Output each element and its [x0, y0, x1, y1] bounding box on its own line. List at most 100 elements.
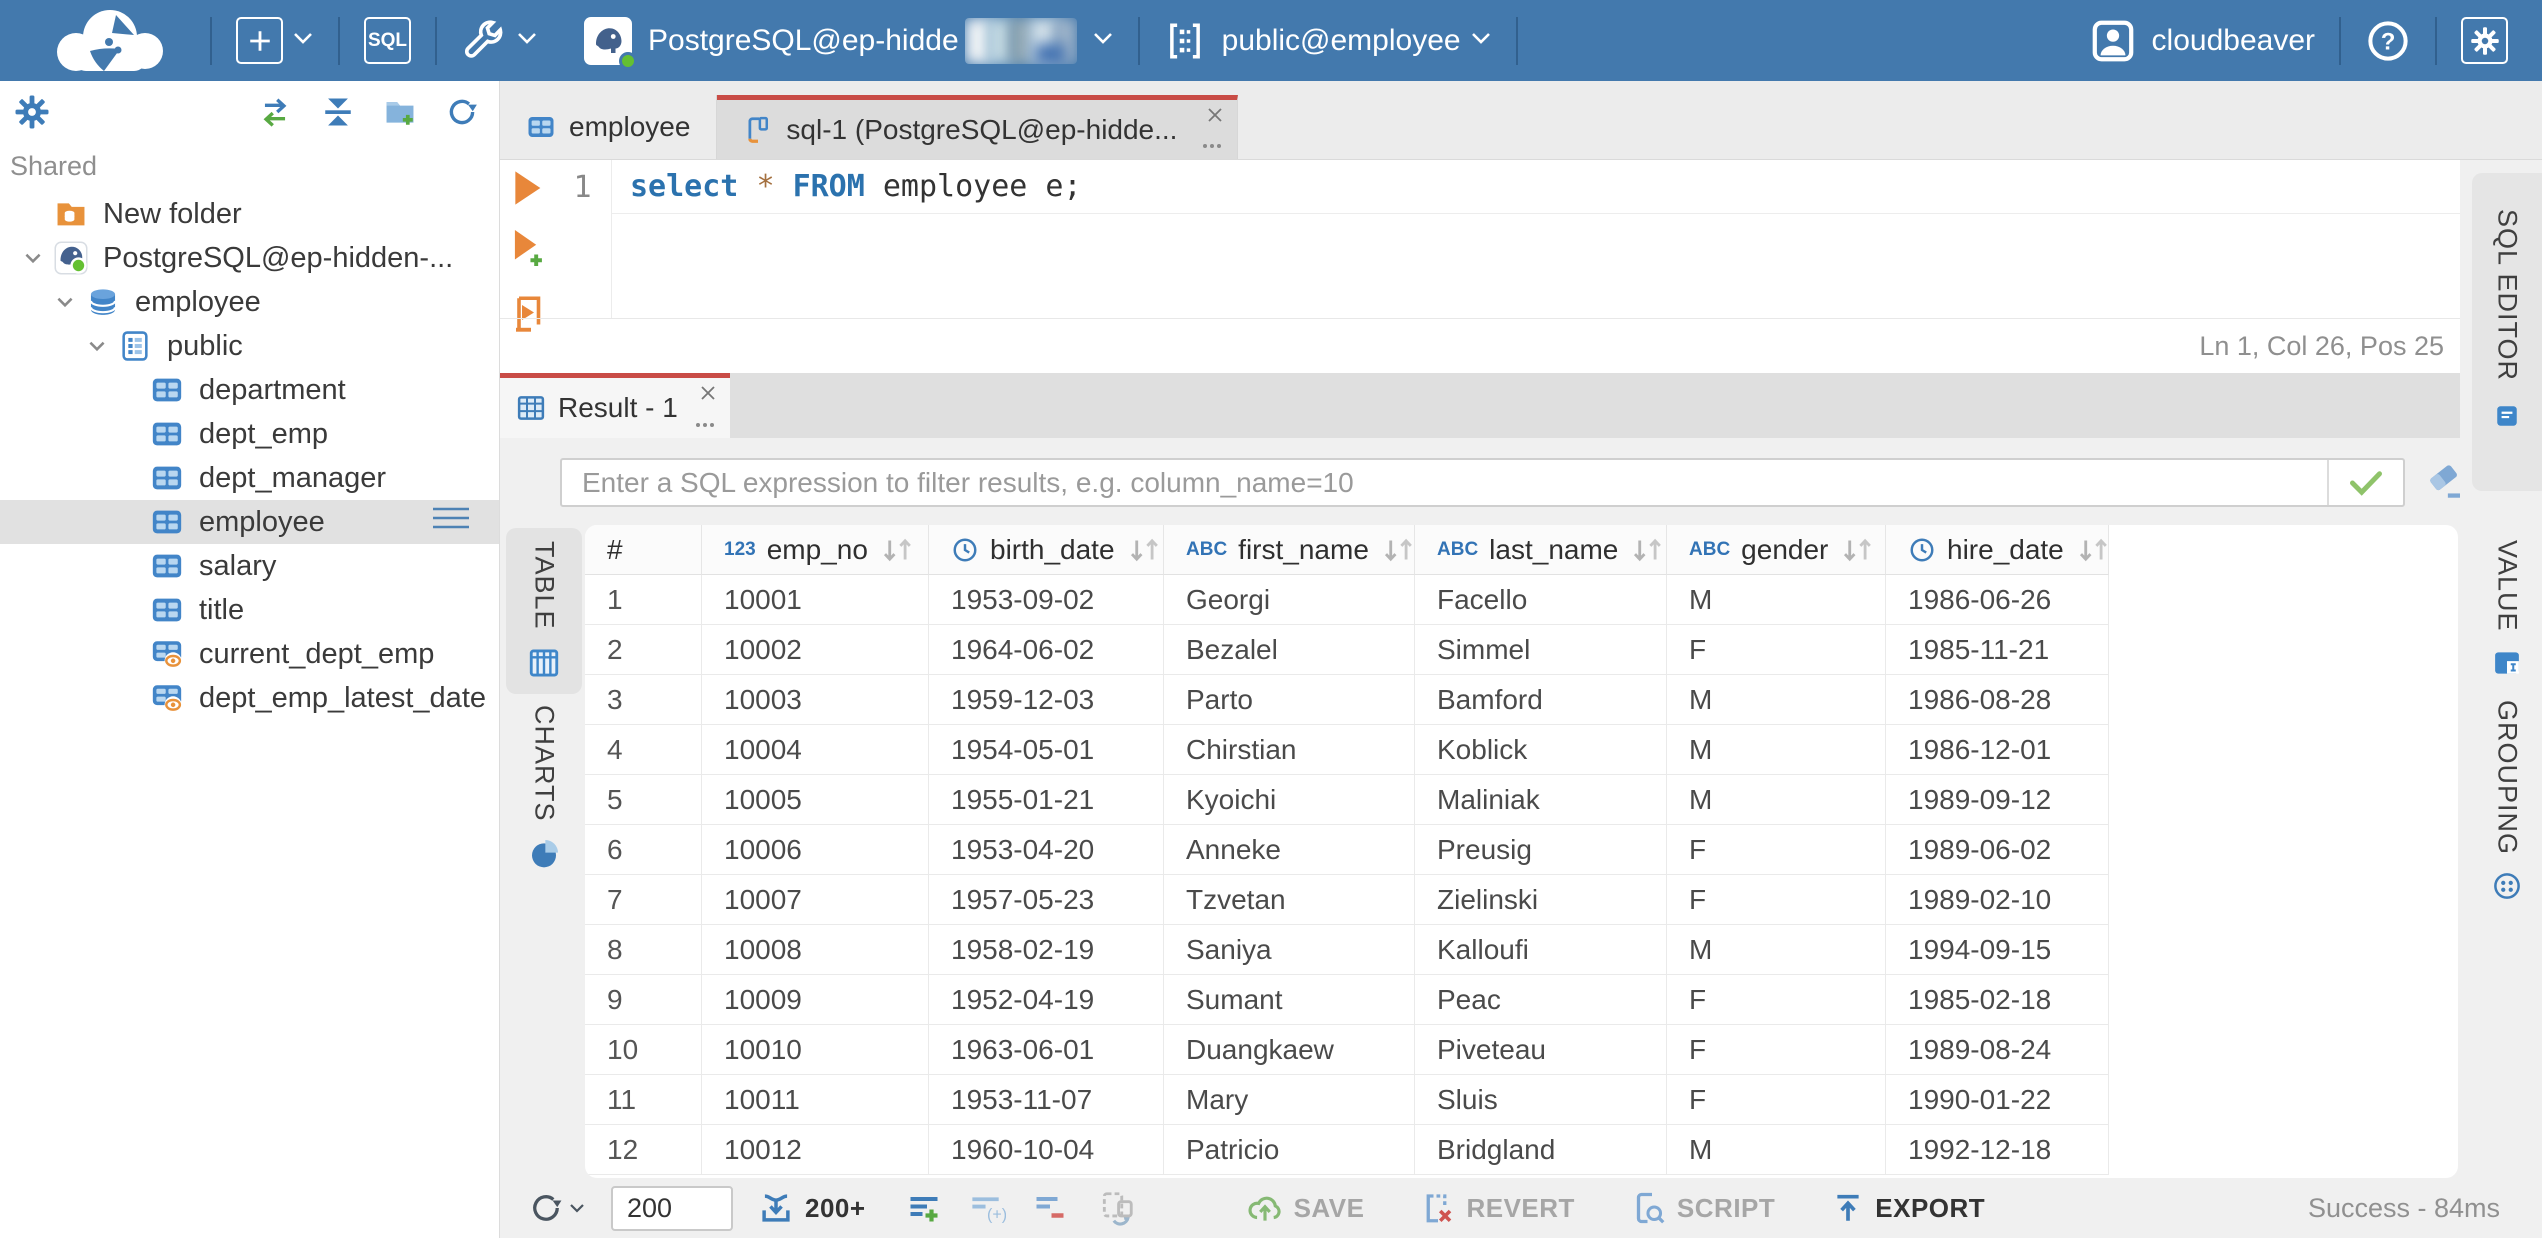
revert-button[interactable]: REVERT [1420, 1190, 1574, 1226]
cell-last_name[interactable]: Piveteau [1415, 1025, 1667, 1075]
panel-tab-value[interactable]: VALUE [2472, 540, 2542, 678]
cell-emp_no[interactable]: 10006 [702, 825, 929, 875]
cell-gender[interactable]: F [1667, 1025, 1886, 1075]
cell-first_name[interactable]: Sumant [1164, 975, 1415, 1025]
tab-result-1[interactable]: Result - 1 [500, 373, 730, 438]
column-header-first_name[interactable]: ABC first_name [1164, 525, 1415, 575]
cell-first_name[interactable]: Georgi [1164, 575, 1415, 625]
cell-gender[interactable]: F [1667, 1075, 1886, 1125]
tree-expand-chevron-icon[interactable] [14, 247, 52, 269]
row-number-cell[interactable]: 9 [585, 975, 702, 1025]
user-menu[interactable]: cloudbeaver [2090, 18, 2315, 64]
cell-birth_date[interactable]: 1958-02-19 [929, 925, 1164, 975]
column-header-hire_date[interactable]: hire_date [1886, 525, 2109, 575]
cell-birth_date[interactable]: 1959-12-03 [929, 675, 1164, 725]
sort-toggle-icon[interactable] [1618, 537, 1666, 563]
cell-last_name[interactable]: Sluis [1415, 1075, 1667, 1125]
row-number-cell[interactable]: 12 [585, 1125, 702, 1175]
cell-gender[interactable]: F [1667, 975, 1886, 1025]
cell-emp_no[interactable]: 10010 [702, 1025, 929, 1075]
cell-first_name[interactable]: Tzvetan [1164, 875, 1415, 925]
new-connection-button[interactable] [236, 17, 314, 64]
row-number-cell[interactable]: 6 [585, 825, 702, 875]
row-number-cell[interactable]: 1 [585, 575, 702, 625]
save-button[interactable]: SAVE [1246, 1189, 1365, 1227]
tab-overflow-icon[interactable] [1203, 144, 1223, 149]
tree-item-current-dept-emp[interactable]: current_dept_emp [0, 632, 499, 676]
row-number-cell[interactable]: 10 [585, 1025, 702, 1075]
row-number-cell[interactable]: 4 [585, 725, 702, 775]
cell-first_name[interactable]: Parto [1164, 675, 1415, 725]
cell-emp_no[interactable]: 10009 [702, 975, 929, 1025]
column-header-birth_date[interactable]: birth_date [929, 525, 1164, 575]
driver-tools-button[interactable] [461, 18, 538, 64]
refresh-tree-icon[interactable] [445, 95, 479, 129]
script-button[interactable]: SCRIPT [1631, 1190, 1775, 1226]
sort-toggle-icon[interactable] [1828, 537, 1876, 563]
row-number-cell[interactable]: 5 [585, 775, 702, 825]
panel-tab-sql-editor[interactable]: SQL EDITOR [2472, 173, 2542, 491]
refresh-results-button[interactable] [528, 1190, 585, 1226]
presentation-tab-table[interactable]: TABLE [506, 528, 582, 694]
cell-first_name[interactable]: Kyoichi [1164, 775, 1415, 825]
tree-item-dept-manager[interactable]: dept_manager [0, 456, 499, 500]
sql-statement-line[interactable]: select * FROM employee e; [612, 160, 2460, 214]
cell-hire_date[interactable]: 1994-09-15 [1886, 925, 2109, 975]
column-header-emp_no[interactable]: 123 emp_no [702, 525, 929, 575]
cell-first_name[interactable]: Bezalel [1164, 625, 1415, 675]
collapse-all-icon[interactable] [321, 95, 355, 129]
cell-gender[interactable]: F [1667, 825, 1886, 875]
tab-sql-1[interactable]: sql-1 (PostgreSQL@ep-hidde... [717, 95, 1239, 159]
add-row-button[interactable] [906, 1190, 942, 1226]
tree-item-postgresql-ep-hidden-[interactable]: PostgreSQL@ep-hidden-... [0, 236, 499, 280]
row-number-cell[interactable]: 3 [585, 675, 702, 725]
tree-item-dept-emp-latest-date[interactable]: dept_emp_latest_date [0, 676, 499, 720]
cell-emp_no[interactable]: 10005 [702, 775, 929, 825]
execute-query-button[interactable] [510, 168, 544, 208]
cell-emp_no[interactable]: 10007 [702, 875, 929, 925]
cell-first_name[interactable]: Duangkaew [1164, 1025, 1415, 1075]
cell-hire_date[interactable]: 1989-02-10 [1886, 875, 2109, 925]
column-header-rownum[interactable]: # [585, 525, 702, 575]
cell-birth_date[interactable]: 1963-06-01 [929, 1025, 1164, 1075]
cell-first_name[interactable]: Anneke [1164, 825, 1415, 875]
cell-hire_date[interactable]: 1989-09-12 [1886, 775, 2109, 825]
cell-emp_no[interactable]: 10004 [702, 725, 929, 775]
tree-item-employee[interactable]: employee [0, 280, 499, 324]
tree-item-dept-emp[interactable]: dept_emp [0, 412, 499, 456]
cell-last_name[interactable]: Peac [1415, 975, 1667, 1025]
sort-toggle-icon[interactable] [868, 537, 916, 563]
cell-hire_date[interactable]: 1990-01-22 [1886, 1075, 2109, 1125]
tab-overflow-icon[interactable] [695, 423, 716, 428]
tree-expand-chevron-icon[interactable] [46, 291, 84, 313]
tree-item-title[interactable]: title [0, 588, 499, 632]
cell-last_name[interactable]: Koblick [1415, 725, 1667, 775]
cell-gender[interactable]: M [1667, 575, 1886, 625]
row-number-cell[interactable]: 8 [585, 925, 702, 975]
cell-first_name[interactable]: Mary [1164, 1075, 1415, 1125]
cell-hire_date[interactable]: 1986-12-01 [1886, 725, 2109, 775]
cell-last_name[interactable]: Bamford [1415, 675, 1667, 725]
filter-input[interactable] [562, 460, 2327, 505]
cell-birth_date[interactable]: 1953-04-20 [929, 825, 1164, 875]
row-number-cell[interactable]: 7 [585, 875, 702, 925]
cell-first_name[interactable]: Chirstian [1164, 725, 1415, 775]
export-button[interactable]: EXPORT [1831, 1191, 1985, 1225]
row-number-cell[interactable]: 11 [585, 1075, 702, 1125]
sort-toggle-icon[interactable] [2064, 537, 2112, 563]
cell-hire_date[interactable]: 1985-11-21 [1886, 625, 2109, 675]
cell-last_name[interactable]: Preusig [1415, 825, 1667, 875]
open-sql-editor-button[interactable]: SQL [364, 17, 411, 64]
cell-emp_no[interactable]: 10003 [702, 675, 929, 725]
cell-gender[interactable]: M [1667, 925, 1886, 975]
cell-gender[interactable]: M [1667, 675, 1886, 725]
cell-first_name[interactable]: Saniya [1164, 925, 1415, 975]
cell-birth_date[interactable]: 1952-04-19 [929, 975, 1164, 1025]
cell-last_name[interactable]: Zielinski [1415, 875, 1667, 925]
close-result-icon[interactable] [698, 383, 718, 403]
row-count-input[interactable] [611, 1185, 733, 1231]
tree-item-department[interactable]: department [0, 368, 499, 412]
cell-gender[interactable]: F [1667, 625, 1886, 675]
tree-item-new-folder[interactable]: New folder [0, 192, 499, 236]
duplicate-row-button[interactable]: (+) [968, 1190, 1006, 1226]
